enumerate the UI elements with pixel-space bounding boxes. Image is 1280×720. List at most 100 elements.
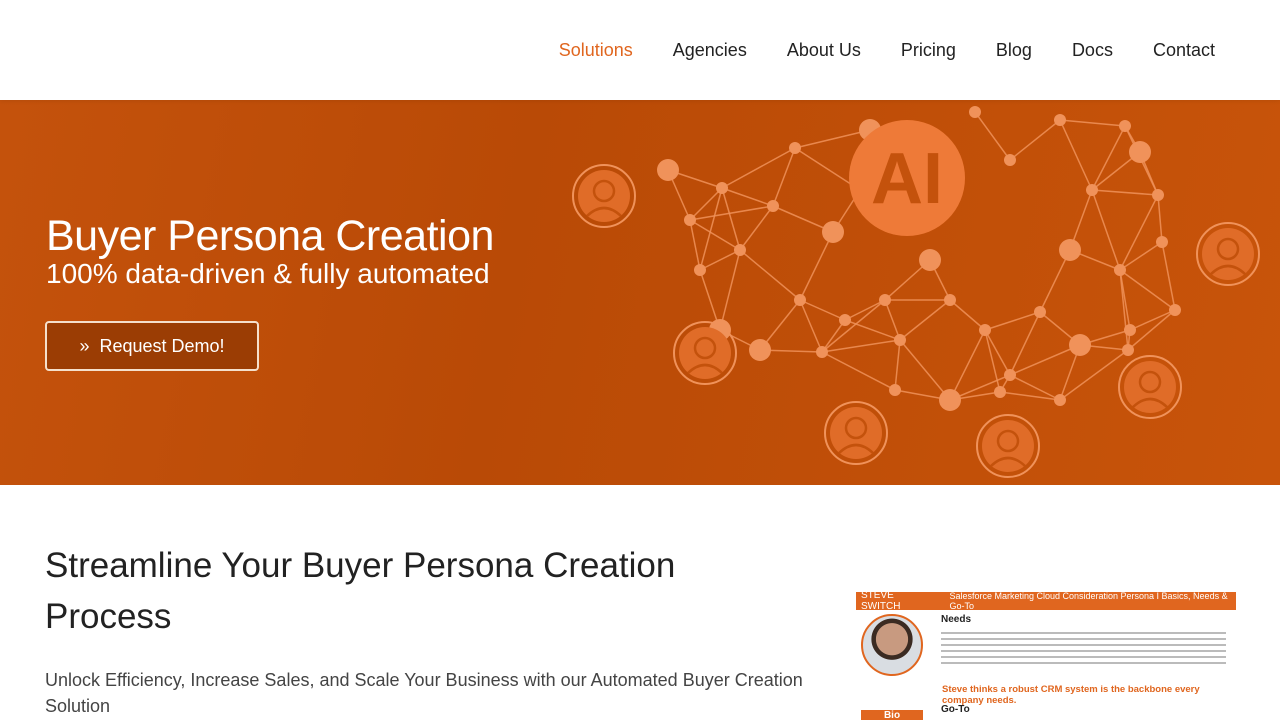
network-node	[1122, 344, 1134, 356]
request-demo-label: Request Demo!	[99, 335, 225, 356]
persona-card-image: STEVE SWITCH Salesforce Marketing Cloud …	[856, 592, 1236, 720]
person-icon-bg	[982, 420, 1034, 472]
persona-header-text: Salesforce Marketing Cloud Consideration…	[949, 592, 1228, 611]
network-node	[794, 294, 806, 306]
person-icon-bg	[1202, 228, 1254, 280]
network-link	[721, 147, 796, 189]
network-link	[1009, 119, 1061, 161]
network-node	[994, 386, 1006, 398]
network-link	[884, 299, 901, 341]
network-link	[894, 339, 901, 391]
network-node	[822, 221, 844, 243]
main-nav: Solutions Agencies About Us Pricing Blog…	[0, 0, 1280, 100]
network-link	[949, 329, 986, 401]
person-icon-bg	[830, 407, 882, 459]
persona-name: STEVE SWITCH	[861, 592, 901, 612]
nav-pricing[interactable]: Pricing	[901, 40, 956, 61]
double-chevron-right-icon: »	[79, 335, 90, 356]
ai-label: AI	[871, 139, 943, 219]
network-link	[739, 205, 774, 251]
network-node	[979, 324, 991, 336]
network-node	[1129, 141, 1151, 163]
network-node	[767, 200, 779, 212]
network-node	[789, 142, 801, 154]
network-link	[949, 299, 986, 331]
network-node	[749, 339, 771, 361]
intro-section: Streamline Your Buyer Persona Creation P…	[0, 485, 1280, 720]
network-node	[894, 334, 906, 346]
network-link	[1059, 119, 1126, 127]
network-link	[1059, 349, 1129, 401]
network-link	[1119, 269, 1176, 311]
network-link	[844, 319, 901, 341]
network-link	[1119, 194, 1159, 271]
network-link	[739, 249, 801, 301]
network-node	[889, 384, 901, 396]
network-link	[899, 299, 951, 341]
persona-quote: Steve thinks a robust CRM system is the …	[942, 684, 1200, 706]
network-node	[1054, 394, 1066, 406]
network-node	[944, 294, 956, 306]
network-link	[1009, 344, 1081, 376]
nav-docs[interactable]: Docs	[1072, 40, 1113, 61]
network-node	[657, 159, 679, 181]
network-link	[794, 129, 871, 149]
network-node	[684, 214, 696, 226]
network-link	[821, 351, 896, 391]
network-node	[839, 314, 851, 326]
section-text: Unlock Efficiency, Increase Sales, and S…	[45, 670, 803, 716]
network-node	[1059, 239, 1081, 261]
network-link	[699, 249, 741, 271]
network-link	[689, 219, 701, 271]
network-link	[899, 339, 951, 401]
bio-label: Bio	[861, 710, 923, 720]
nav-solutions[interactable]: Solutions	[559, 40, 633, 61]
hero-title: Buyer Persona Creation	[46, 212, 494, 260]
hero-subtitle: 100% data-driven & fully automated	[46, 258, 490, 289]
network-link	[699, 187, 723, 271]
goto-title: Go-To	[941, 704, 970, 715]
nav-contact[interactable]: Contact	[1153, 40, 1215, 61]
person-icon-bg	[578, 170, 630, 222]
network-link	[721, 187, 774, 207]
network-link	[1091, 189, 1121, 271]
network-link	[1059, 119, 1093, 191]
network-link	[1157, 194, 1163, 243]
network-link	[984, 311, 1041, 331]
network-node	[1069, 334, 1091, 356]
network-node	[1152, 189, 1164, 201]
network-node	[716, 182, 728, 194]
network-node	[1124, 324, 1136, 336]
network-node	[1156, 236, 1168, 248]
network-node	[1034, 306, 1046, 318]
network-link	[1129, 309, 1176, 331]
network-link	[1091, 125, 1126, 191]
network-node	[1086, 184, 1098, 196]
network-node	[879, 294, 891, 306]
network-node	[939, 389, 961, 411]
network-node	[919, 249, 941, 271]
persona-card-header: STEVE SWITCH Salesforce Marketing Cloud …	[856, 592, 1236, 612]
request-demo-button[interactable]: » Request Demo!	[45, 321, 259, 371]
network-link	[984, 329, 1011, 376]
network-node	[1119, 120, 1131, 132]
network-link	[1091, 189, 1159, 196]
person-icon-bg	[679, 327, 731, 379]
nav-agencies[interactable]: Agencies	[673, 40, 747, 61]
network-node	[1169, 304, 1181, 316]
network-node	[694, 264, 706, 276]
nav-blog[interactable]: Blog	[996, 40, 1032, 61]
hero-banner: AI Buyer Persona Creation 100% data-driv…	[0, 100, 1280, 485]
network-node	[1054, 114, 1066, 126]
network-link	[1161, 241, 1176, 311]
ai-network-graphic: AI	[572, 106, 1260, 478]
network-node	[969, 106, 981, 118]
person-icon-bg	[1124, 361, 1176, 413]
needs-text	[941, 628, 1226, 668]
needs-title: Needs	[941, 614, 972, 625]
network-node	[734, 244, 746, 256]
network-link	[772, 147, 796, 207]
network-node	[1114, 264, 1126, 276]
network-link	[719, 249, 741, 331]
nav-about-us[interactable]: About Us	[787, 40, 861, 61]
